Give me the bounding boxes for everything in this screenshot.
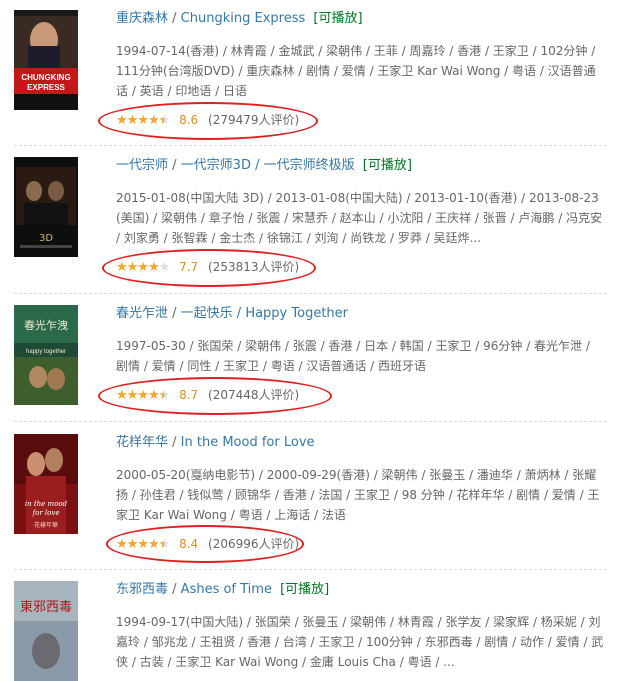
divider [14,293,607,294]
svg-text:3D: 3D [39,233,53,244]
rating-votes[interactable]: (279479人评价) [208,113,299,127]
svg-text:春光乍洩: 春光乍洩 [24,318,68,332]
svg-text:happy together: happy together [26,349,66,355]
movie-title-link[interactable]: 一代宗师 [116,158,168,173]
star-rating-icon: ★★★★★★★★★★ [116,387,170,403]
movie-meta: 1997-05-30 / 张国荣 / 梁朝伟 / 张震 / 香港 / 日本 / … [116,339,590,373]
poster-grandmaster-image: 3D [14,157,78,257]
star-rating-icon: ★★★★★★★★★★ [116,536,170,552]
svg-text:in the mood: in the mood [25,500,68,508]
movie-meta: 2000-05-20(戛纳电影节) / 2000-09-29(香港) / 梁朝伟… [116,468,600,522]
movie-poster[interactable]: CHUNGKING EXPRESS [14,10,78,110]
divider [14,569,607,570]
movie-title-line: 一代宗师 / 一代宗师3D / 一代宗师终极版 [可播放] [116,158,412,173]
svg-text:CHUNGKING: CHUNGKING [21,73,70,82]
rating-votes[interactable]: (207448人评价) [208,388,299,402]
movie-alt-title: Ashes of Time [180,582,272,597]
movie-title-line: 东邪西毒 / Ashes of Time [可播放] [116,582,330,597]
movie-poster[interactable]: 春光乍洩 happy together [14,305,78,405]
star-rating-icon: ★★★★★★★★★★ [116,259,170,275]
movie-poster[interactable]: 東邪西毒 [14,581,78,681]
poster-happy-together-image: 春光乍洩 happy together [14,305,78,405]
movie-meta: 1994-07-14(香港) / 林青霞 / 金城武 / 梁朝伟 / 王菲 / … [116,44,596,98]
rating-votes[interactable]: (253813人评价) [208,260,299,274]
playable-badge[interactable]: [可播放] [313,11,362,26]
movie-poster[interactable]: in the mood for love 花樣年華 [14,434,78,534]
playable-badge[interactable]: [可播放] [280,582,329,597]
poster-chungking-image: CHUNGKING EXPRESS [14,10,78,110]
rating-score: 7.7 [179,260,199,274]
movie-title-link[interactable]: 春光乍泄 [116,306,168,321]
movie-info: 春光乍泄 / 一起快乐 / Happy Together 1997-05-30 … [116,305,605,376]
movie-item: 3D 一代宗师 / 一代宗师3D / 一代宗师终极版 [可播放] 2015-01… [0,157,621,292]
movie-rating: ★★★★★ ★★★★★ 8.6 (279479人评价) [116,110,299,130]
movie-item: 東邪西毒 东邪西毒 / Ashes of Time [可播放] 1994-09-… [0,581,621,681]
star-rating-icon: ★★★★★★★★★★ [116,112,170,128]
svg-text:for love: for love [32,509,60,517]
movie-meta: 2015-01-08(中国大陆 3D) / 2013-01-08(中国大陆) /… [116,191,603,245]
poster-mood-for-love-image: in the mood for love 花樣年華 [14,434,78,534]
movie-item: in the mood for love 花樣年華 花样年华 / In the … [0,434,621,564]
movie-title-link[interactable]: 花样年华 [116,435,168,450]
movie-info: 花样年华 / In the Mood for Love 2000-05-20(戛… [116,434,605,525]
movie-poster[interactable]: 3D [14,157,78,257]
movie-alt-title: In the Mood for Love [180,435,315,450]
divider [14,421,607,422]
playable-badge[interactable]: [可播放] [363,158,412,173]
movie-title-link[interactable]: 东邪西毒 [116,582,168,597]
poster-ashes-of-time-image: 東邪西毒 [14,581,78,681]
rating-votes[interactable]: (206996人评价) [208,537,299,551]
movie-item: CHUNGKING EXPRESS 重庆森林 / Chungking Expre… [0,10,621,145]
movie-info: 一代宗师 / 一代宗师3D / 一代宗师终极版 [可播放] 2015-01-08… [116,157,605,248]
movie-rating: ★★★★★ ★★★★★ 8.7 (207448人评价) [116,385,299,405]
movie-item: 春光乍洩 happy together 春光乍泄 / 一起快乐 / Happy … [0,305,621,415]
rating-score: 8.6 [179,113,199,127]
svg-text:EXPRESS: EXPRESS [27,83,65,92]
svg-text:花樣年華: 花樣年華 [34,521,58,529]
movie-rating: ★★★★★ ★★★★★ 8.4 (206996人评价) [116,534,299,554]
movie-info: 重庆森林 / Chungking Express [可播放] 1994-07-1… [116,10,605,101]
movie-title-line: 重庆森林 / Chungking Express [可播放] [116,11,363,26]
movie-meta: 1994-09-17(中国大陆) / 张国荣 / 张曼玉 / 梁朝伟 / 林青霞… [116,615,604,669]
movie-title-line: 花样年华 / In the Mood for Love [116,435,315,450]
rating-score: 8.4 [179,537,199,551]
movie-alt-title: 一代宗师3D / 一代宗师终极版 [180,158,355,173]
movie-rating: ★★★★★★★★★★ 7.7 (253813人评价) [116,257,299,277]
divider [14,145,607,146]
svg-text:東邪西毒: 東邪西毒 [20,599,72,615]
movie-alt-title: Chungking Express [180,11,306,26]
movie-title-link[interactable]: 重庆森林 [116,11,168,26]
movie-alt-title: 一起快乐 / Happy Together [180,306,349,321]
movie-title-line: 春光乍泄 / 一起快乐 / Happy Together [116,306,349,321]
movie-info: 东邪西毒 / Ashes of Time [可播放] 1994-09-17(中国… [116,581,605,672]
rating-score: 8.7 [179,388,199,402]
